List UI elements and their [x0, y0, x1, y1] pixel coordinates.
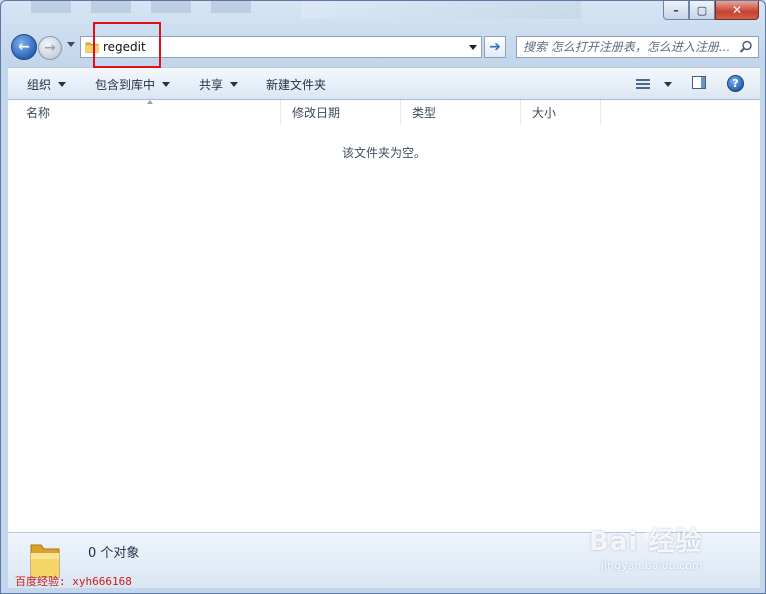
column-header-name[interactable]: 名称 — [15, 100, 281, 125]
help-icon[interactable]: ? — [727, 75, 744, 92]
new-folder-label: 新建文件夹 — [266, 77, 327, 92]
back-button[interactable]: ← — [11, 34, 37, 60]
file-list-pane[interactable]: 名称 修改日期 类型 大小 该文件夹为空。 — [8, 100, 760, 532]
go-button[interactable]: ➔ — [484, 36, 506, 58]
close-icon: ✕ — [731, 3, 743, 17]
column-header-row: 名称 修改日期 类型 大小 — [8, 100, 760, 127]
organize-button[interactable]: 组织 — [27, 76, 67, 92]
search-input[interactable] — [523, 39, 737, 55]
chevron-down-icon — [664, 81, 672, 87]
address-dropdown-icon[interactable] — [469, 45, 477, 50]
maximize-button[interactable]: ▢ — [689, 1, 715, 20]
go-arrow-icon: ➔ — [489, 39, 501, 55]
column-header-type[interactable]: 类型 — [401, 100, 521, 125]
include-in-library-button[interactable]: 包含到库中 — [95, 76, 171, 92]
share-button[interactable]: 共享 — [199, 76, 239, 92]
new-folder-button[interactable]: 新建文件夹 — [266, 76, 326, 92]
organize-label: 组织 — [27, 77, 52, 92]
help-glyph: ? — [732, 77, 739, 90]
include-library-label: 包含到库中 — [95, 77, 156, 92]
share-label: 共享 — [199, 77, 224, 92]
column-header-size[interactable]: 大小 — [521, 100, 601, 125]
maximize-icon: ▢ — [696, 3, 708, 17]
minimize-button[interactable]: – — [663, 1, 689, 20]
minimize-icon: – — [673, 3, 679, 17]
back-arrow-icon: ← — [18, 39, 30, 55]
explorer-window: – ▢ ✕ ← → ➔ 组织 包含到库中 — [0, 0, 766, 594]
address-bar[interactable] — [80, 36, 482, 58]
forward-button[interactable]: → — [38, 36, 62, 60]
command-bar: 组织 包含到库中 共享 新建文件夹 ? — [8, 67, 760, 100]
search-icon[interactable] — [739, 40, 753, 54]
baidu-brand-watermark: Bai 经验 — [589, 527, 703, 557]
search-box[interactable] — [516, 36, 759, 58]
author-watermark: 百度经验: xyh666168 — [15, 575, 132, 588]
item-count: 0 个对象 — [88, 546, 140, 561]
preview-pane-icon[interactable] — [692, 76, 706, 89]
change-view-button[interactable] — [636, 76, 672, 92]
baidu-url-watermark: jingyan.baidu.com — [601, 559, 703, 572]
blurred-titlebar-background — [31, 1, 271, 13]
recent-pages-dropdown[interactable] — [67, 42, 75, 47]
view-options-icon — [636, 78, 650, 90]
address-input[interactable] — [103, 39, 463, 55]
chevron-down-icon — [230, 81, 239, 87]
window-controls: – ▢ ✕ — [663, 1, 759, 20]
navigation-bar: ← → ➔ — [9, 33, 759, 61]
forward-arrow-icon: → — [44, 40, 56, 56]
chevron-down-icon — [162, 81, 171, 87]
column-header-date-modified[interactable]: 修改日期 — [281, 100, 401, 125]
close-button[interactable]: ✕ — [715, 1, 759, 20]
chevron-down-icon — [58, 81, 67, 87]
empty-folder-message: 该文件夹为空。 — [341, 146, 426, 160]
folder-icon — [85, 42, 99, 53]
blurred-titlebar-glow — [301, 1, 581, 19]
